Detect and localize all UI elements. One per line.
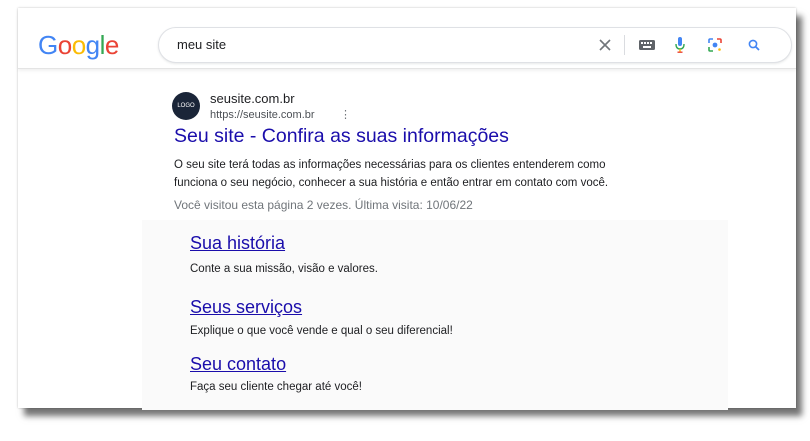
snippet-line-2: funciona o seu negócio, conhecer a sua h… bbox=[174, 177, 609, 189]
sitelink-desc: Conte a sua missão, visão e valores. bbox=[190, 263, 378, 275]
result-title-link[interactable]: Seu site - Confira as suas informações bbox=[174, 125, 509, 148]
sitelink-desc: Explique o que você vende e qual o seu d… bbox=[190, 325, 453, 337]
visited-info: Você visitou esta página 2 vezes. Última… bbox=[174, 198, 473, 212]
browser-frame: Google LOGO seusite.com.br https://seusi… bbox=[18, 8, 796, 410]
site-favicon[interactable]: LOGO bbox=[172, 92, 200, 120]
search-divider bbox=[624, 35, 625, 55]
result-url[interactable]: https://seusite.com.br bbox=[210, 109, 315, 121]
search-box bbox=[158, 27, 792, 63]
microphone-icon[interactable] bbox=[668, 28, 692, 62]
more-options-icon[interactable]: ⋮ bbox=[340, 108, 351, 121]
sitelink-title[interactable]: Seus serviços bbox=[190, 297, 302, 318]
clear-icon[interactable] bbox=[593, 28, 617, 62]
search-icon[interactable] bbox=[742, 28, 766, 62]
google-logo[interactable]: Google bbox=[38, 30, 119, 61]
sitelink-desc: Faça seu cliente chegar até você! bbox=[190, 381, 362, 393]
snippet-line-1: O seu site terá todas as informações nec… bbox=[174, 159, 606, 171]
search-header: Google bbox=[18, 8, 796, 69]
result-site-name[interactable]: seusite.com.br bbox=[210, 91, 295, 106]
keyboard-icon[interactable] bbox=[635, 28, 659, 62]
sitelinks-panel: Sua história Conte a sua missão, visão e… bbox=[142, 220, 728, 410]
result-snippet: O seu site terá todas as informações nec… bbox=[174, 156, 694, 192]
sitelink-title[interactable]: Seu contato bbox=[190, 354, 286, 375]
lens-icon[interactable] bbox=[703, 28, 727, 62]
sitelink-title[interactable]: Sua história bbox=[190, 233, 285, 254]
search-input[interactable] bbox=[177, 34, 427, 54]
